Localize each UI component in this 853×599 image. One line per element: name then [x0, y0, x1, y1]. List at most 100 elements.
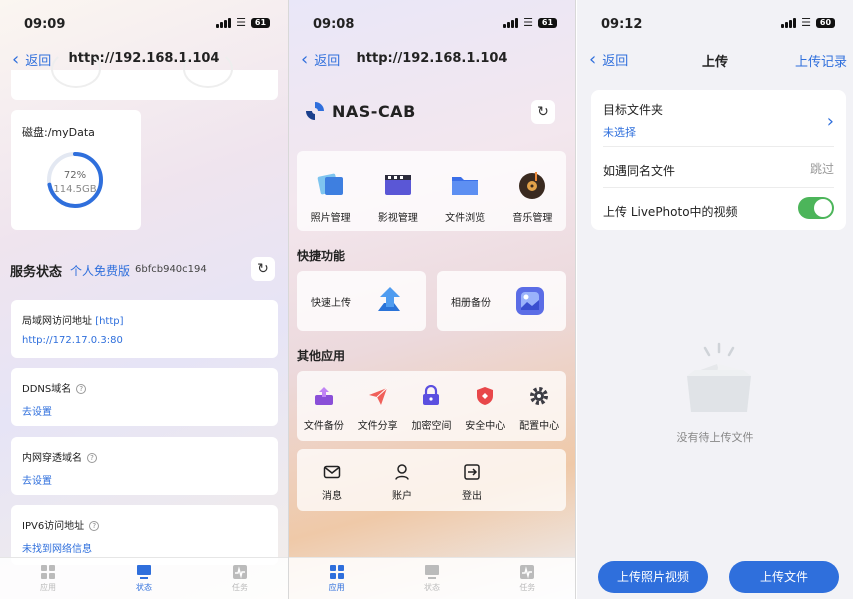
gear-icon [530, 387, 549, 405]
tab-apps[interactable]: 应用 [0, 558, 96, 599]
lan-address-label: 局域网访问地址 [22, 316, 92, 327]
ddns-setup-link[interactable]: 去设置 [22, 403, 52, 418]
page-title: http://192.168.1.104 [68, 51, 220, 66]
signal-icon [216, 18, 232, 28]
upload-history-link[interactable]: 上传记录 [795, 51, 847, 70]
lock-icon [423, 385, 440, 405]
user-icon [395, 464, 409, 480]
pulse-icon [233, 565, 247, 579]
share-icon [368, 387, 388, 405]
backup-icon [314, 387, 333, 405]
app-encrypted-space[interactable]: 加密空间 [405, 385, 459, 432]
tunnel-card[interactable]: 内网穿透域名? 去设置 [11, 437, 278, 495]
refresh-button[interactable]: ↻ [531, 100, 555, 124]
upload-photos-button[interactable]: 上传照片视频 [598, 561, 708, 593]
tunnel-setup-link[interactable]: 去设置 [22, 472, 52, 487]
nav-bar: ‹ 返回 http://192.168.1.104 [0, 48, 288, 70]
ddns-card[interactable]: DDNS域名? 去设置 [11, 368, 278, 426]
disk-label: 磁盘:/myData [22, 126, 95, 139]
signal-icon [781, 18, 797, 28]
app-video[interactable]: 影视管理 [364, 169, 431, 224]
service-heading: 服务状态 [10, 265, 63, 280]
quick-upload-card[interactable]: 快速上传 [297, 271, 426, 331]
other-apps-card: 文件备份 文件分享 加密空间 安全中心 配置中心 [297, 371, 566, 441]
help-icon[interactable]: ? [87, 453, 97, 463]
app-music[interactable]: 音乐管理 [499, 169, 566, 224]
tab-status[interactable]: 状态 [384, 558, 479, 599]
refresh-icon: ↻ [257, 261, 269, 277]
target-folder-value: 未选择 [603, 126, 636, 139]
refresh-button[interactable]: ↻ [251, 257, 275, 281]
ipv6-value: 未找到网络信息 [22, 544, 92, 555]
ipv6-label: IPV6访问地址 [22, 521, 85, 532]
target-folder-label: 目标文件夹 [603, 103, 664, 117]
app-config-center[interactable]: 配置中心 [512, 385, 566, 432]
wifi-icon: ☰ [801, 16, 811, 29]
messages-item[interactable]: 消息 [297, 463, 367, 502]
edition-link[interactable]: 个人免费版 [70, 262, 130, 279]
page-title: http://192.168.1.104 [356, 51, 508, 66]
disk-size: 114.5GB [53, 184, 97, 195]
monitor-icon [137, 565, 151, 579]
help-icon[interactable]: ? [89, 521, 100, 531]
other-section-title: 其他应用 [297, 349, 346, 363]
lan-address-value[interactable]: http://172.17.0.3:80 [22, 335, 123, 346]
empty-state-text: 没有待上传文件 [676, 431, 754, 444]
protocol-tag: [http] [95, 316, 124, 327]
app-security-center[interactable]: 安全中心 [458, 385, 512, 432]
album-backup-card[interactable]: 相册备份 [437, 271, 566, 331]
tab-bar: 应用 状态 任务 [289, 557, 575, 599]
tab-apps[interactable]: 应用 [289, 558, 384, 599]
status-bar: 09:09 ☰ 61 [0, 16, 288, 36]
tab-bar: 应用 状态 任务 [0, 557, 288, 599]
logout-icon [464, 464, 480, 480]
music-icon [519, 172, 546, 199]
empty-box-icon [687, 342, 751, 412]
grid-icon [329, 565, 344, 579]
clock: 09:08 [313, 17, 355, 32]
video-icon [384, 175, 411, 195]
chevron-right-icon: › [826, 111, 834, 132]
app-files[interactable]: 文件浏览 [432, 169, 499, 224]
duplicate-label: 如遇同名文件 [603, 164, 676, 178]
photos-icon [317, 173, 343, 195]
app-file-share[interactable]: 文件分享 [351, 385, 405, 432]
duplicate-value: 跳过 [809, 162, 834, 176]
clock: 09:12 [601, 17, 643, 32]
signal-icon [503, 18, 519, 28]
device-id: 6bfcb940c194 [135, 264, 207, 275]
target-folder-row[interactable]: 目标文件夹 未选择 › [603, 101, 834, 140]
grid-icon [41, 565, 55, 579]
disk-card[interactable]: 磁盘:/myData 72% 114.5GB [11, 110, 141, 230]
upload-files-button[interactable]: 上传文件 [729, 561, 839, 593]
main-apps-card: 照片管理 影视管理 文件浏览 音乐管理 [297, 151, 566, 231]
livephoto-label: 上传 LivePhoto中的视频 [603, 205, 738, 219]
album-icon [516, 287, 544, 315]
app-file-backup[interactable]: 文件备份 [297, 385, 351, 432]
account-item[interactable]: 账户 [367, 463, 437, 502]
folder-icon [452, 177, 479, 195]
shield-icon [477, 387, 494, 405]
divider [575, 0, 576, 599]
duplicate-file-row[interactable]: 如遇同名文件 跳过 [603, 160, 834, 179]
wifi-icon: ☰ [523, 16, 533, 29]
nav-bar: ‹ 返回 http://192.168.1.104 [289, 48, 575, 70]
monitor-icon [424, 565, 439, 579]
tab-tasks[interactable]: 任务 [192, 558, 288, 599]
livephoto-toggle[interactable] [798, 197, 834, 219]
wifi-icon: ☰ [236, 16, 246, 29]
status-bar: 09:12 ☰ 60 [577, 16, 853, 36]
ipv6-card[interactable]: IPV6访问地址? 未找到网络信息 [11, 505, 278, 565]
ddns-label: DDNS域名 [22, 384, 72, 395]
apps-screen: 09:08 ☰ 61 ‹ 返回 http://192.168.1.104 NAS-… [289, 0, 575, 599]
account-card: 消息 账户 登出 [297, 449, 566, 511]
logout-item[interactable]: 登出 [437, 463, 507, 502]
tab-tasks[interactable]: 任务 [480, 558, 575, 599]
app-photos[interactable]: 照片管理 [297, 169, 364, 224]
tab-status[interactable]: 状态 [96, 558, 192, 599]
pulse-icon [520, 565, 535, 579]
nas-cab-logo-icon [306, 102, 324, 120]
disk-percent: 72% [63, 170, 87, 181]
lan-address-card[interactable]: 局域网访问地址 [http] http://172.17.0.3:80 [11, 300, 278, 358]
help-icon[interactable]: ? [76, 384, 87, 394]
